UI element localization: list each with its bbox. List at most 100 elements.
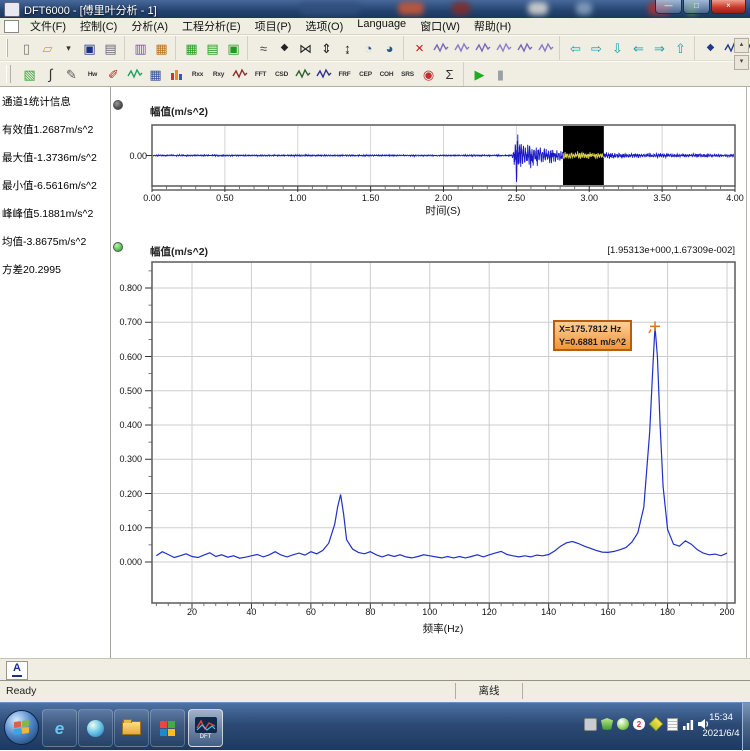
taskbar-dft6000-button[interactable]: DFT [188,709,223,747]
pan-down-icon[interactable]: ⇩ [607,38,628,59]
redo-zoom-icon[interactable]: ⇒ [649,38,670,59]
app-logo-icon [4,2,20,17]
zoom-window-icon[interactable]: ↨ [337,38,358,59]
filter-icon[interactable]: Hw [82,64,103,85]
layout-single-icon[interactable]: ▦ [181,38,202,59]
calibrate-pen-icon[interactable]: ✐ [103,64,124,85]
cursor-point-icon[interactable]: ◆ [274,38,295,59]
text-annotation-button[interactable]: A [6,661,28,680]
toolbar-group: ▥▦ [127,36,176,60]
stat-channel-header: 通道1统计信息 [0,88,110,116]
taskbar-app-button[interactable] [150,709,185,747]
export-report-icon[interactable]: ▦ [151,38,172,59]
pan-right-icon[interactable]: ⇨ [586,38,607,59]
histogram-icon[interactable] [166,64,187,85]
wave-restore-icon[interactable] [535,38,556,59]
menu-language[interactable]: Language [350,17,413,35]
document-window-icon [4,20,19,33]
menu-control[interactable]: 控制(C) [73,17,124,35]
cursor-peak-icon[interactable]: ⇕ [316,38,337,59]
save-file-icon[interactable]: ▣ [79,38,100,59]
menu-help[interactable]: 帮助(H) [467,17,518,35]
data-list-icon[interactable]: ▦ [145,64,166,85]
toolbar-group: ▯▱▾▣▤ [13,36,125,60]
toolbar-overflow-down[interactable]: ▾ [734,55,749,70]
integrate-icon: ∫ [49,67,53,81]
peak-marker-tooltip[interactable]: X=175.7812 Hz Y=0.6881 m/s^2 [553,320,632,351]
toolbar-grip[interactable] [6,65,11,83]
cursor-pair-icon[interactable]: ⋈ [295,38,316,59]
stop-analysis-icon[interactable]: ▮ [490,64,511,85]
open-dropdown-icon[interactable]: ▾ [58,38,79,59]
frf-analysis-icon[interactable]: FRF [334,64,355,85]
dft-waveform-icon [195,717,217,733]
show-desktop-button[interactable] [742,703,750,751]
menu-window[interactable]: 窗口(W) [413,17,467,35]
edit-pen-icon[interactable]: ✎ [61,64,82,85]
history-back-icon[interactable]: ◔ [358,38,379,59]
time-history-icon[interactable] [229,64,250,85]
wave-expand-icon[interactable] [493,38,514,59]
tray-safety-ball-icon[interactable] [617,718,629,730]
order-analysis-icon[interactable]: ◉ [418,64,439,85]
start-analysis-icon[interactable]: ▶ [469,64,490,85]
toolbar-overflow-up[interactable]: ▴ [734,38,749,53]
menu-options[interactable]: 选项(O) [298,17,350,35]
wave-compress-icon[interactable] [514,38,535,59]
new-file-icon[interactable]: ▯ [16,38,37,59]
cursor-trace-icon[interactable]: ≈ [253,38,274,59]
srs-analysis-icon[interactable]: SRS [397,64,418,85]
taskbar-explorer-button[interactable] [114,709,149,747]
clear-cursor-icon[interactable]: × [409,38,430,59]
taskbar-clock[interactable]: 15:34 2021/6/4 [697,710,745,742]
browser-sphere-icon [87,720,104,737]
taskbar-browser-button[interactable] [78,709,113,747]
tray-network-icon[interactable] [682,718,694,730]
open-file-icon[interactable]: ▱ [37,38,58,59]
wave-fit-x-icon[interactable] [451,38,472,59]
autocorrelation-icon[interactable]: Rxx [187,64,208,85]
select-region-icon[interactable]: ▧ [19,64,40,85]
psd-analysis-icon[interactable] [292,64,313,85]
start-button[interactable] [4,710,39,745]
pan-left-icon[interactable]: ⇦ [565,38,586,59]
tray-badge-icon[interactable]: 2 [633,718,645,730]
tray-diamond-icon[interactable] [649,717,664,732]
menu-engineering-analysis[interactable]: 工程分析(E) [175,17,248,35]
integrate-icon[interactable]: ∫ [40,64,61,85]
mark-drop-icon[interactable]: ◆ [700,38,721,59]
tray-notes-icon[interactable] [667,718,678,731]
maximize-button[interactable]: □ [683,0,710,14]
layout-grid-icon[interactable]: ▣ [223,38,244,59]
cepstrum-analysis-icon[interactable]: CEP [355,64,376,85]
history-forward-icon[interactable]: ◕ [379,38,400,59]
menu-project[interactable]: 项目(P) [248,17,299,35]
folder-icon [122,721,141,735]
undo-zoom-icon[interactable]: ⇐ [628,38,649,59]
menu-file[interactable]: 文件(F) [23,17,73,35]
taskbar-ie-button[interactable]: e [42,709,77,747]
cross-correlation-icon[interactable]: Rxy [208,64,229,85]
wave-fit-all-icon[interactable] [472,38,493,59]
sum-statistics-icon[interactable]: Σ [439,64,460,85]
waveform-generator-icon[interactable] [124,64,145,85]
channel-led-spectrum [113,242,123,252]
marker-x-value: X=175.7812 Hz [559,323,626,336]
toolbar-grip[interactable] [6,39,8,57]
fft-analysis-icon[interactable]: FFT [250,64,271,85]
copy-report-icon[interactable]: ▥ [130,38,151,59]
octave-analysis-icon[interactable] [313,64,334,85]
csd-analysis-icon[interactable]: CSD [271,64,292,85]
tray-shield-icon[interactable] [601,718,613,730]
fft-analysis-icon: FFT [255,71,266,78]
wave-fit-y-icon[interactable] [430,38,451,59]
tray-input-indicator-icon[interactable] [584,718,597,731]
pan-up-icon[interactable]: ⇧ [670,38,691,59]
coherence-analysis-icon[interactable]: COH [376,64,397,85]
layout-dual-icon[interactable]: ▤ [202,38,223,59]
close-button[interactable]: × [711,0,746,14]
menu-analysis[interactable]: 分析(A) [124,17,175,35]
print-icon[interactable]: ▤ [100,38,121,59]
minimize-button[interactable]: — [655,0,682,14]
redo-zoom-icon: ⇒ [654,42,665,55]
